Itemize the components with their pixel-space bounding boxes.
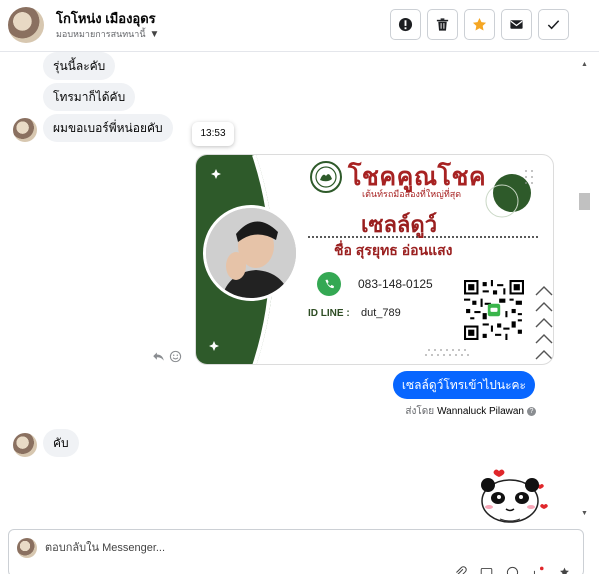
mark-unread-button[interactable] (501, 9, 532, 40)
assign-dropdown[interactable]: มอบหมายการสนทนานี้ ▼ (56, 27, 159, 41)
tag-icon[interactable] (532, 566, 545, 574)
salesperson-photo (203, 205, 299, 301)
header-actions (390, 9, 569, 40)
qr-code-icon (464, 280, 524, 340)
card-nickname: เซลล์ดูว์ (361, 212, 438, 237)
envelope-icon (510, 20, 523, 29)
scroll-up-icon[interactable]: ▲ (580, 60, 589, 69)
timestamp-tooltip: 13:53 (192, 122, 234, 146)
card-line-id: dut_789 (361, 307, 401, 319)
contact-name[interactable]: โกโหน่ง เมืองอุดร (56, 8, 156, 29)
reply-input[interactable] (45, 539, 445, 557)
sent-by-name: Wannaluck Pilawan (437, 406, 524, 417)
delete-button[interactable] (427, 9, 458, 40)
card-full-name: ชื่อ สุรยุทธ อ่อนแสง (334, 242, 453, 258)
contact-avatar[interactable] (8, 7, 44, 43)
incoming-message[interactable]: ผมขอเบอร์พี่หน่อยคับ (43, 114, 173, 142)
trash-icon (436, 18, 449, 31)
card-phone: 083-148-0125 (358, 277, 433, 291)
sender-avatar (13, 118, 37, 142)
saved-reply-icon[interactable] (558, 566, 571, 574)
conversation-header: โกโหน่ง เมืองอุดร มอบหมายการสนทนานี้ ▼ (0, 0, 599, 52)
reply-icon[interactable] (152, 350, 165, 363)
phone-icon (317, 272, 341, 296)
follow-up-button[interactable] (464, 9, 495, 40)
gif-icon[interactable] (480, 566, 493, 574)
composer-tools (454, 566, 571, 574)
caret-down-icon: ▼ (149, 28, 160, 40)
assign-label: มอบหมายการสนทนานี้ (56, 29, 146, 39)
alert-icon (398, 17, 413, 32)
reply-composer (8, 529, 584, 574)
outgoing-message[interactable]: เซลล์ดูว์โทรเข้าไปนะคะ (392, 371, 535, 399)
message-actions (152, 350, 182, 363)
business-card-image[interactable]: โชคคูณโชค เต้นท์รถมือสองที่ใหญ่ที่สุด เซ… (195, 154, 554, 365)
check-icon (547, 20, 560, 30)
message-scrollbar[interactable]: ▲ ▼ (578, 58, 591, 520)
incoming-message[interactable]: คับ (43, 429, 79, 457)
react-emoji-icon[interactable] (169, 350, 182, 363)
incoming-message[interactable]: รุ่นนี้ละคับ (43, 52, 116, 80)
panda-sticker[interactable] (468, 467, 552, 523)
scroll-down-icon[interactable]: ▼ (580, 509, 589, 518)
sent-by-label: ส่งโดย Wannaluck Pilawan ? (405, 404, 536, 419)
card-line-label: ID LINE : (308, 308, 350, 319)
spam-button[interactable] (390, 9, 421, 40)
brand-logo (310, 161, 342, 193)
attachment-icon[interactable] (454, 566, 467, 574)
page-avatar (17, 538, 37, 558)
emoji-icon[interactable] (506, 566, 519, 574)
scroll-thumb[interactable] (579, 193, 590, 210)
sent-by-prefix: ส่งโดย (405, 406, 435, 417)
card-slogan: เต้นท์รถมือสองที่ใหญ่ที่สุด (362, 189, 462, 199)
info-icon[interactable]: ? (527, 407, 536, 416)
message-list[interactable]: รุ่นนี้ละคับ โทรมาก็ได้คับ ผมขอเบอร์พี่ห… (0, 52, 580, 523)
sender-avatar (13, 433, 37, 457)
star-icon (472, 17, 487, 31)
conversation-view: โกโหน่ง เมืองอุดร มอบหมายการสนทนานี้ ▼ ร… (0, 0, 599, 574)
incoming-message[interactable]: โทรมาก็ได้คับ (43, 83, 136, 111)
mark-done-button[interactable] (538, 9, 569, 40)
logo-icon (315, 166, 337, 188)
